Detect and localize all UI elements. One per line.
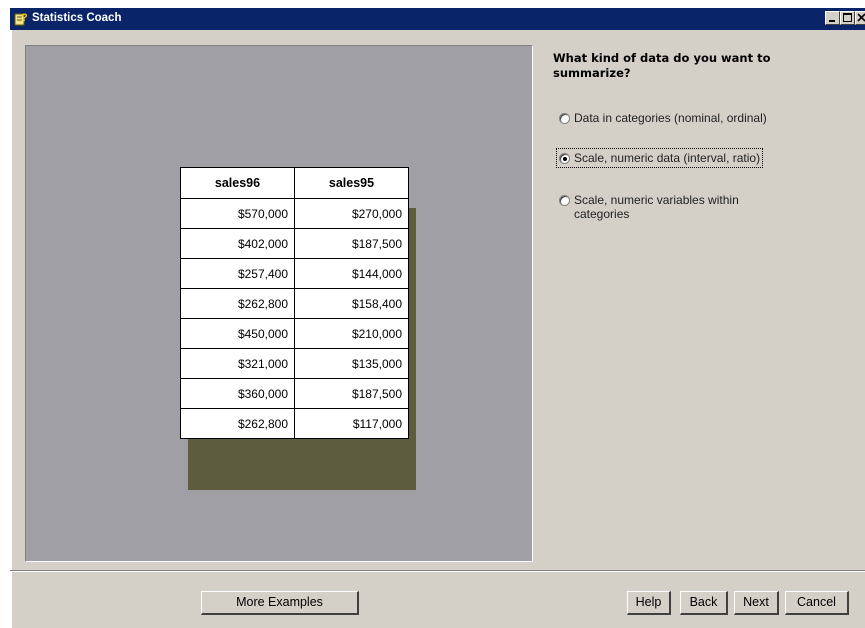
table-cell: $262,800 [180, 288, 295, 319]
table-cell: $158,400 [294, 288, 409, 319]
radio-label[interactable]: Scale, numeric data (interval, ratio) [574, 151, 760, 165]
window-title: Statistics Coach [32, 12, 122, 24]
column-header: sales95 [294, 167, 409, 199]
radio-option-scale-within-categories[interactable]: Scale, numeric variables within categori… [559, 193, 799, 221]
minimize-icon [829, 20, 835, 22]
table-row: $262,800 $158,400 [180, 288, 409, 319]
svg-text:?: ? [21, 12, 28, 24]
help-button[interactable]: Help [627, 591, 671, 615]
table-row: $402,000 $187,500 [180, 228, 409, 259]
table-cell: $144,000 [294, 258, 409, 289]
close-icon [857, 13, 865, 22]
table-cell: $360,000 [180, 378, 295, 409]
table-cell: $187,500 [294, 228, 409, 259]
table-row: $570,000 $270,000 [180, 198, 409, 229]
table-row: $257,400 $144,000 [180, 258, 409, 289]
cancel-button[interactable]: Cancel [785, 591, 849, 615]
close-button[interactable] [855, 11, 865, 25]
table-row: $450,000 $210,000 [180, 318, 409, 349]
example-data-table: sales96 sales95 $570,000 $270,000 $402,00… [180, 167, 409, 439]
table-cell: $270,000 [294, 198, 409, 229]
radio-button[interactable] [559, 195, 570, 206]
table-header-row: sales96 sales95 [180, 167, 409, 199]
statistics-coach-window: ? Statistics Coach sales96 sales95 $570,… [10, 8, 865, 628]
radio-option-categories[interactable]: Data in categories (nominal, ordinal) [559, 111, 767, 125]
question-text: What kind of data do you want to summari… [553, 51, 771, 80]
coach-app-icon: ? [14, 11, 28, 26]
table-cell: $187,500 [294, 378, 409, 409]
column-header: sales96 [180, 167, 295, 199]
title-bar[interactable]: ? Statistics Coach [10, 8, 865, 30]
table-cell: $210,000 [294, 318, 409, 349]
more-examples-button[interactable]: More Examples [201, 591, 359, 615]
table-row: $360,000 $187,500 [180, 378, 409, 409]
table-cell: $257,400 [180, 258, 295, 289]
minimize-button[interactable] [825, 11, 840, 25]
radio-label[interactable]: Scale, numeric variables within categori… [574, 193, 794, 221]
window-left-border [10, 30, 12, 628]
table-cell: $321,000 [180, 348, 295, 379]
table-row: $321,000 $135,000 [180, 348, 409, 379]
table-cell: $570,000 [180, 198, 295, 229]
radio-option-scale-numeric[interactable]: Scale, numeric data (interval, ratio) [556, 148, 764, 168]
focus-rectangle[interactable]: Scale, numeric data (interval, ratio) [556, 148, 764, 168]
separator-line-highlight [10, 571, 865, 572]
table-cell: $262,800 [180, 408, 295, 439]
back-button[interactable]: Back [680, 591, 728, 615]
radio-button-selected[interactable] [559, 153, 570, 164]
maximize-icon [843, 13, 852, 22]
maximize-button[interactable] [840, 11, 855, 25]
next-button[interactable]: Next [734, 591, 779, 615]
table-cell: $450,000 [180, 318, 295, 349]
table-cell: $135,000 [294, 348, 409, 379]
radio-label[interactable]: Data in categories (nominal, ordinal) [574, 111, 767, 125]
table-cell: $117,000 [294, 408, 409, 439]
radio-button[interactable] [559, 113, 570, 124]
example-panel: sales96 sales95 $570,000 $270,000 $402,00… [25, 45, 533, 562]
table-row: $262,800 $117,000 [180, 408, 409, 439]
table-cell: $402,000 [180, 228, 295, 259]
